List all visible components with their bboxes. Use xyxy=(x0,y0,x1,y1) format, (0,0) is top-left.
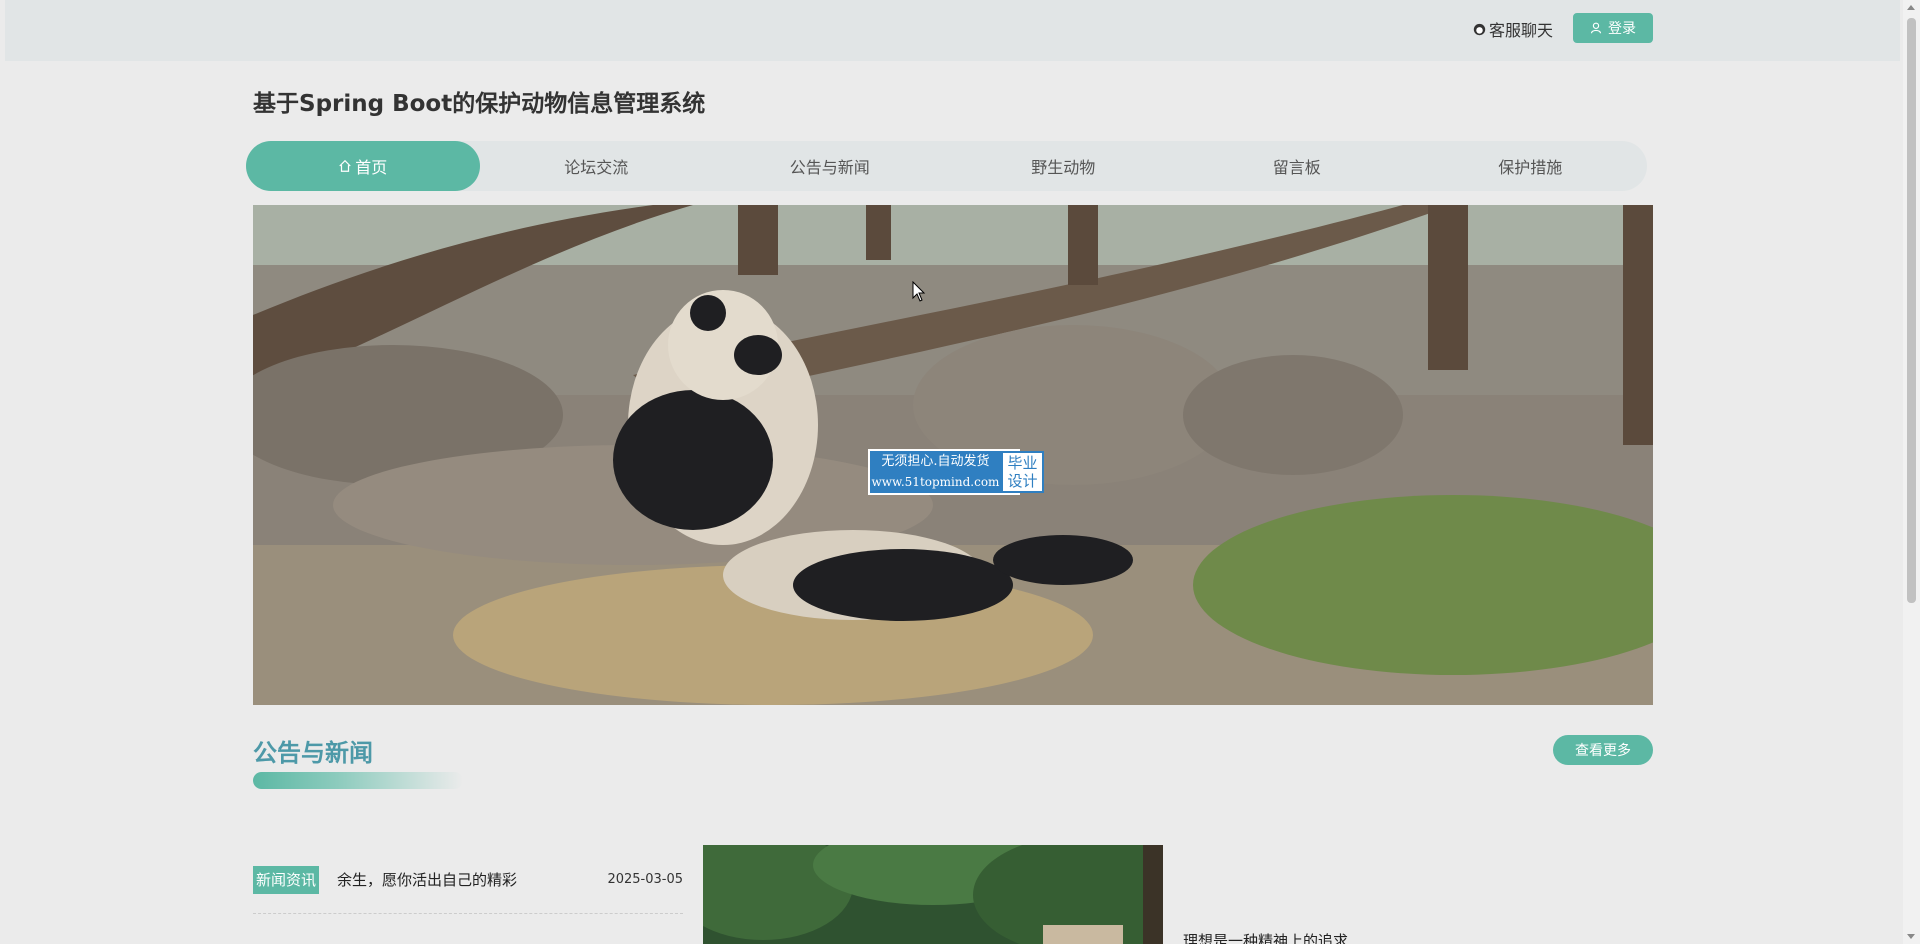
section-title-underline xyxy=(253,772,463,789)
nav-item-message-board[interactable]: 留言板 xyxy=(1180,141,1414,191)
watermark-side1: 毕业 xyxy=(1007,454,1038,472)
watermark-side2: 设计 xyxy=(1007,472,1038,490)
view-more-button[interactable]: 查看更多 xyxy=(1553,735,1653,765)
nav-item-forum[interactable]: 论坛交流 xyxy=(480,141,714,191)
news-tag: 新闻资讯 xyxy=(253,866,320,894)
user-icon xyxy=(1590,22,1602,34)
scroll-up-arrow-icon[interactable] xyxy=(1907,5,1915,10)
scroll-thumb[interactable] xyxy=(1907,18,1916,603)
nav-item-home[interactable]: 首页 xyxy=(246,141,480,191)
watermark-line2: www.51topmind.com xyxy=(871,475,1000,489)
nav-item-label: 公告与新闻 xyxy=(789,158,870,177)
mouse-cursor-icon xyxy=(912,281,926,302)
nav-item-wildlife[interactable]: 野生动物 xyxy=(947,141,1181,191)
site-title: 基于Spring Boot的保护动物信息管理系统 xyxy=(253,91,706,117)
login-button[interactable]: 登录 xyxy=(1573,13,1653,43)
nav-item-label: 保护措施 xyxy=(1498,158,1563,177)
watermark-badge: 无须担心.自动发货 www.51topmind.com 毕业 设计 xyxy=(868,449,1044,495)
nav-item-label: 野生动物 xyxy=(1031,158,1096,177)
nav-item-protection[interactable]: 保护措施 xyxy=(1414,141,1648,191)
banner-carousel[interactable]: 无须担心.自动发货 www.51topmind.com 毕业 设计 xyxy=(253,205,1653,705)
headset-icon xyxy=(1473,23,1486,35)
customer-chat-label: 客服聊天 xyxy=(1489,21,1554,40)
login-label: 登录 xyxy=(1608,21,1636,37)
nav-item-news[interactable]: 公告与新闻 xyxy=(713,141,947,191)
customer-chat-link[interactable]: 客服聊天 xyxy=(1473,18,1553,40)
watermark-line1: 无须担心.自动发货 xyxy=(881,454,990,469)
page-scrollbar[interactable] xyxy=(1903,0,1920,944)
watermark-side: 毕业 设计 xyxy=(1000,451,1044,493)
nav-item-label: 论坛交流 xyxy=(564,158,629,177)
news-list-item[interactable]: 新闻资讯 余生，愿你活出自己的精彩 2025-03-05 xyxy=(253,866,683,914)
nav-item-label: 首页 xyxy=(355,158,388,177)
nav-item-label: 留言板 xyxy=(1272,158,1321,177)
news-section-title: 公告与新闻 xyxy=(253,739,373,767)
news-feature-image[interactable] xyxy=(703,845,1163,944)
feature-headline[interactable]: 理想是一种精神上的追求 xyxy=(1183,930,1348,944)
main-nav: 首页 论坛交流 公告与新闻 野生动物 留言板 保护措施 xyxy=(246,141,1647,191)
news-date: 2025-03-05 xyxy=(607,872,683,887)
news-title[interactable]: 余生，愿你活出自己的精彩 xyxy=(337,866,587,894)
scroll-down-arrow-icon[interactable] xyxy=(1907,934,1915,939)
watermark-text: 无须担心.自动发货 www.51topmind.com xyxy=(870,451,1001,493)
jungle-image xyxy=(703,845,1163,944)
home-icon xyxy=(339,159,351,172)
